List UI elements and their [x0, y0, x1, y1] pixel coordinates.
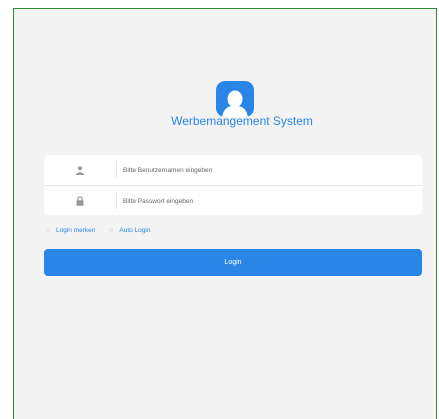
avatar-icon	[222, 90, 248, 117]
remember-login-checkbox[interactable]	[44, 226, 52, 234]
app-title: Werbemangement System	[171, 114, 313, 128]
username-input[interactable]	[123, 166, 403, 174]
login-form	[44, 155, 422, 215]
field-divider	[116, 193, 117, 209]
user-icon	[44, 165, 116, 175]
auto-login-checkbox[interactable]	[107, 226, 116, 234]
remember-login-option[interactable]: Login merken	[44, 226, 95, 234]
remember-login-label: Login merken	[56, 226, 96, 234]
login-page: Werbemangement System Bitte Benutzername…	[13, 8, 437, 419]
password-row	[44, 185, 422, 216]
field-divider	[116, 162, 117, 178]
auto-login-option[interactable]: Auto Login	[107, 226, 150, 234]
password-input[interactable]	[123, 197, 403, 205]
username-row	[44, 155, 422, 185]
lock-icon	[44, 196, 116, 206]
auto-login-label: Auto Login	[119, 226, 151, 234]
login-button[interactable]: Login	[44, 249, 422, 276]
login-options: Login merken Auto Login	[44, 226, 162, 234]
app-logo	[216, 81, 254, 117]
